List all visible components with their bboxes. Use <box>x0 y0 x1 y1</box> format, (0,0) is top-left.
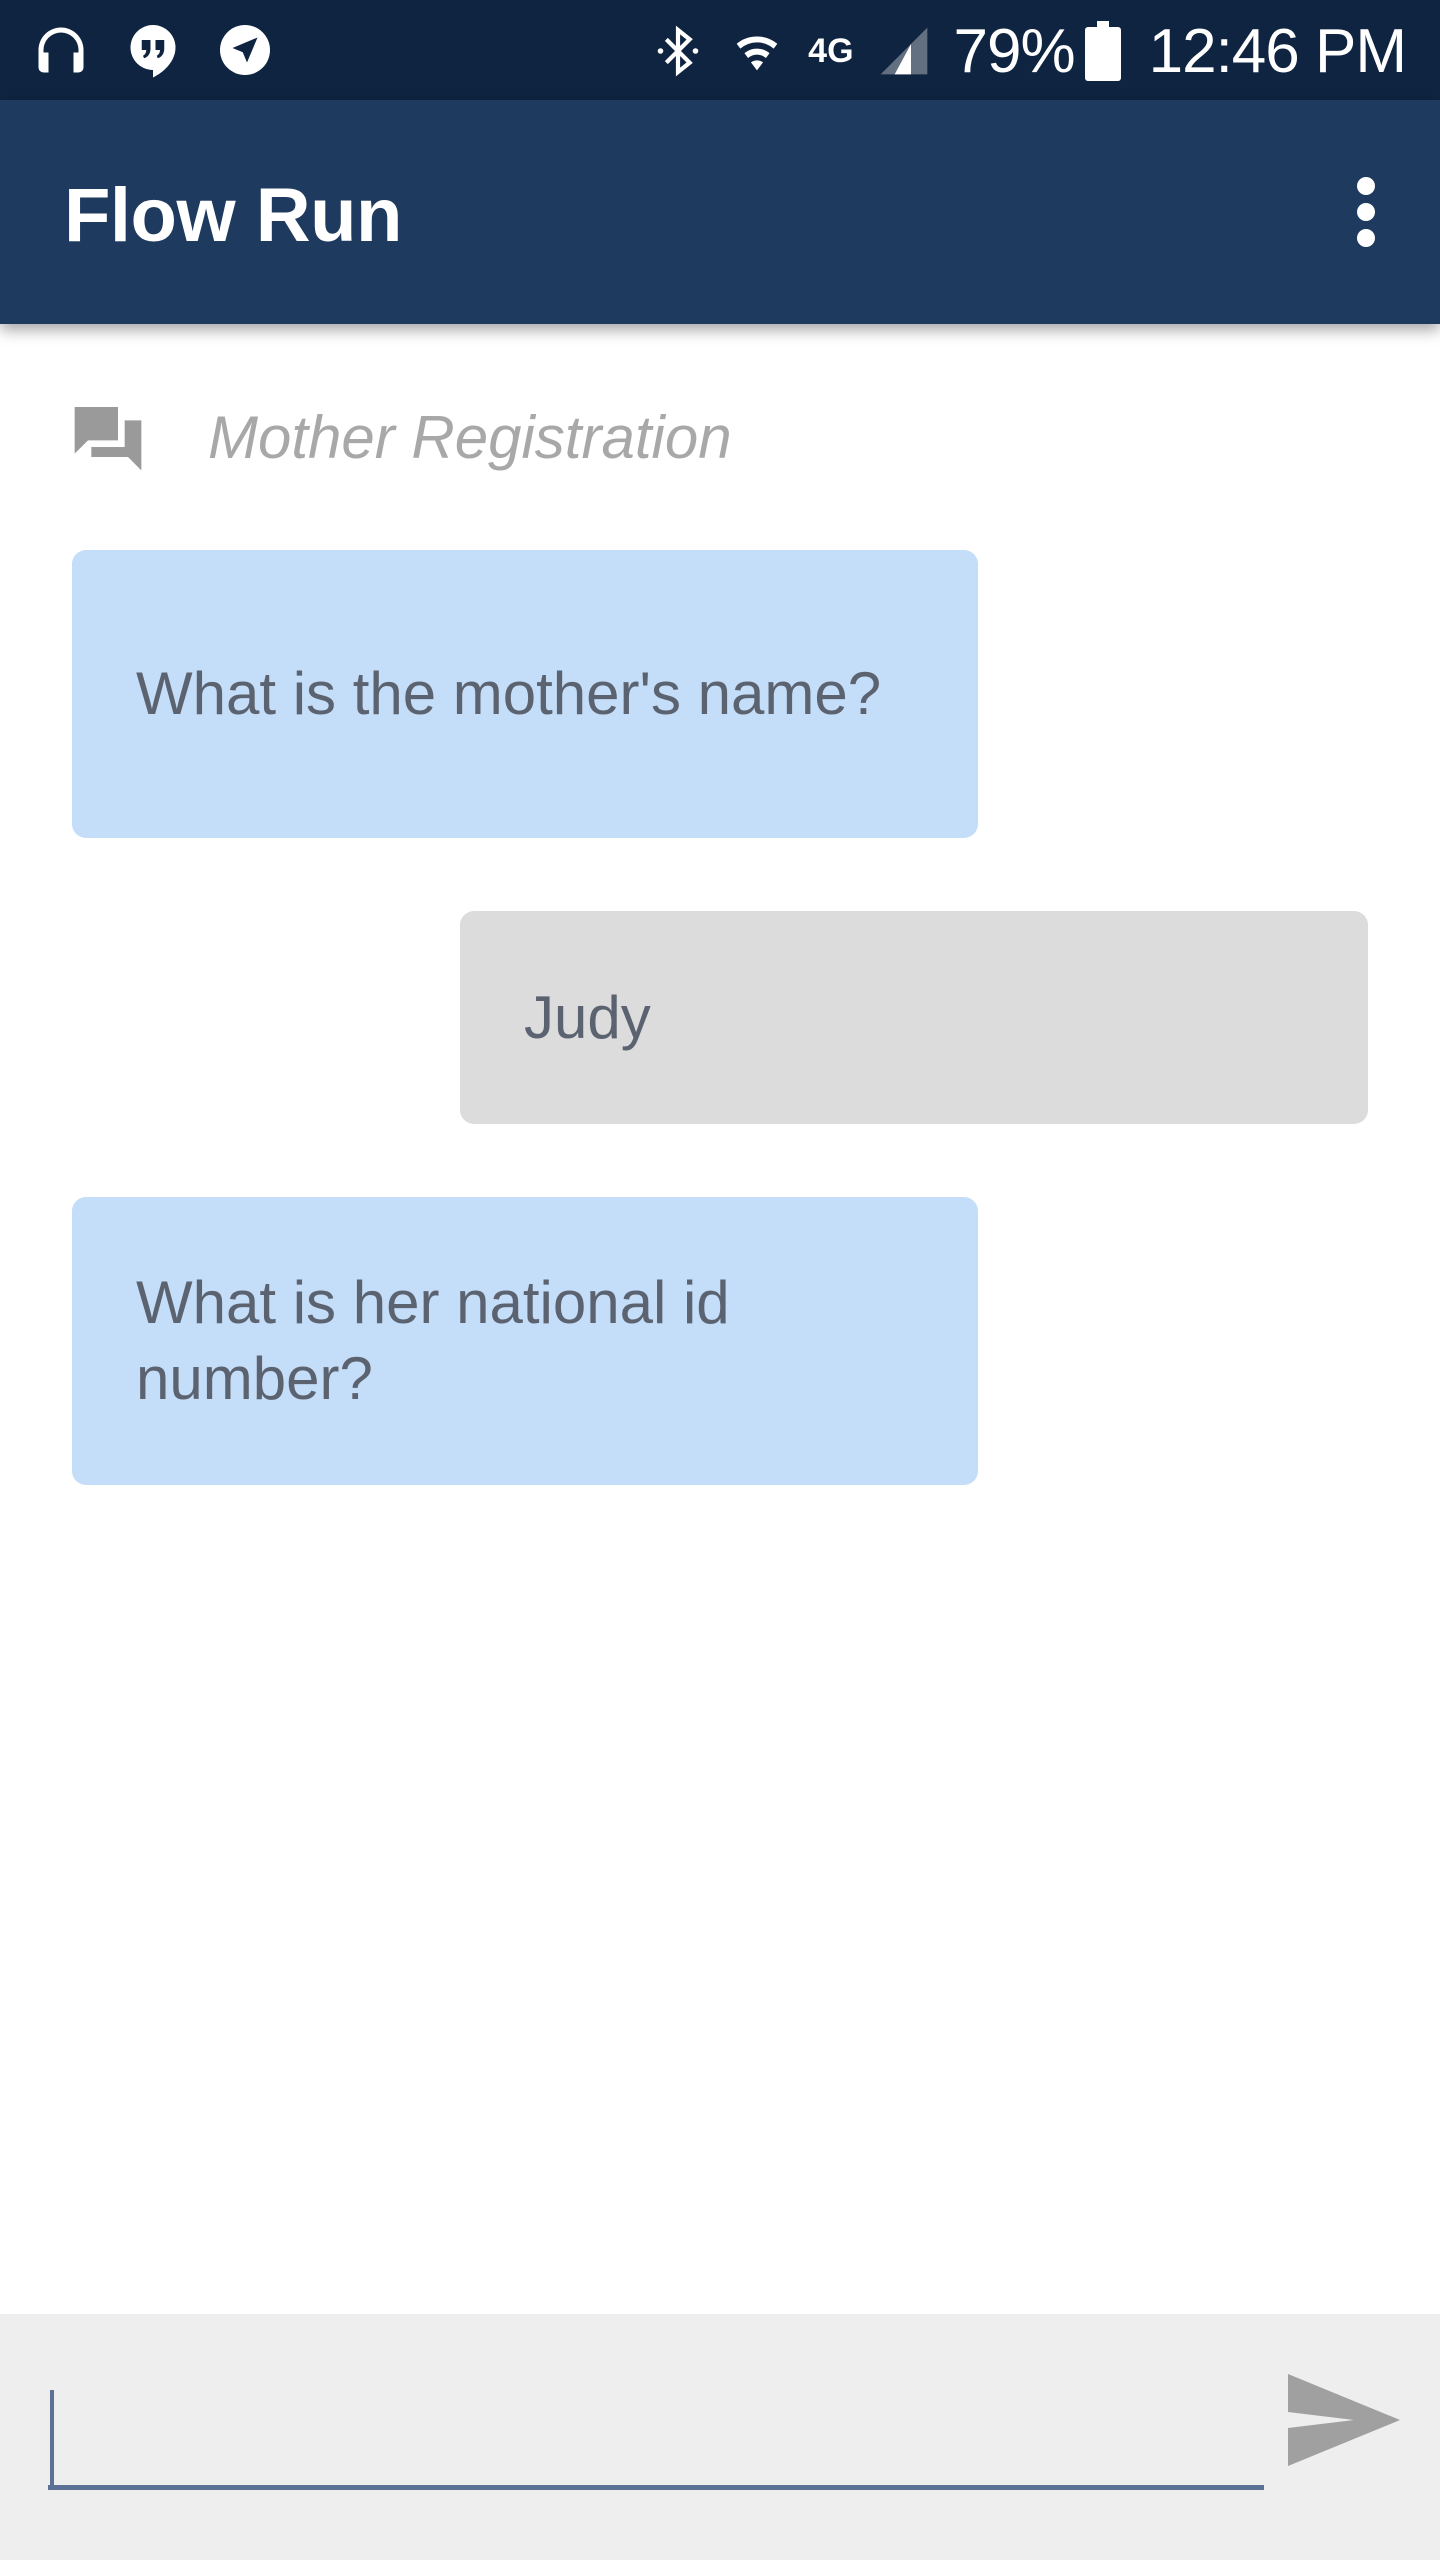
hangouts-icon <box>122 19 184 81</box>
headphones-icon <box>30 19 92 81</box>
send-icon <box>1288 2374 1400 2466</box>
clock: 12:46 PM <box>1148 16 1407 86</box>
network-type-label: 4G <box>808 31 854 70</box>
navigation-icon <box>214 19 276 81</box>
text-cursor <box>50 2390 54 2486</box>
reply-composer <box>0 2314 1440 2560</box>
overflow-menu-button[interactable] <box>1326 162 1406 262</box>
app-bar: Flow Run <box>0 100 1440 324</box>
chat-bubbles-icon <box>74 407 142 471</box>
status-bar: 4G 79% 12:46 PM <box>0 0 1440 100</box>
message-text: What is the mother's name? <box>136 660 882 727</box>
signal-icon <box>876 21 932 81</box>
send-button[interactable] <box>1282 2362 1406 2478</box>
incoming-message: What is the mother's name? <box>72 550 978 838</box>
battery-icon <box>1084 21 1121 81</box>
battery-percentage: 79% <box>953 16 1076 86</box>
flow-name: Mother Registration <box>208 403 732 471</box>
flow-header: Mother Registration <box>68 392 732 482</box>
bluetooth-icon <box>650 21 706 81</box>
status-left-icons <box>30 20 306 80</box>
more-vert-icon <box>1357 177 1375 247</box>
network-type-badge: 4G <box>808 21 853 81</box>
outgoing-message: Judy <box>460 911 1368 1124</box>
page-title: Flow Run <box>64 173 402 258</box>
status-right-icons: 4G 79% 12:46 PM <box>650 14 1407 88</box>
wifi-icon <box>728 21 786 81</box>
incoming-message: What is her national id number? <box>72 1197 978 1485</box>
reply-input[interactable] <box>48 2386 1264 2490</box>
message-text: Judy <box>524 983 651 1051</box>
message-text: What is her national id number? <box>136 1269 730 1412</box>
